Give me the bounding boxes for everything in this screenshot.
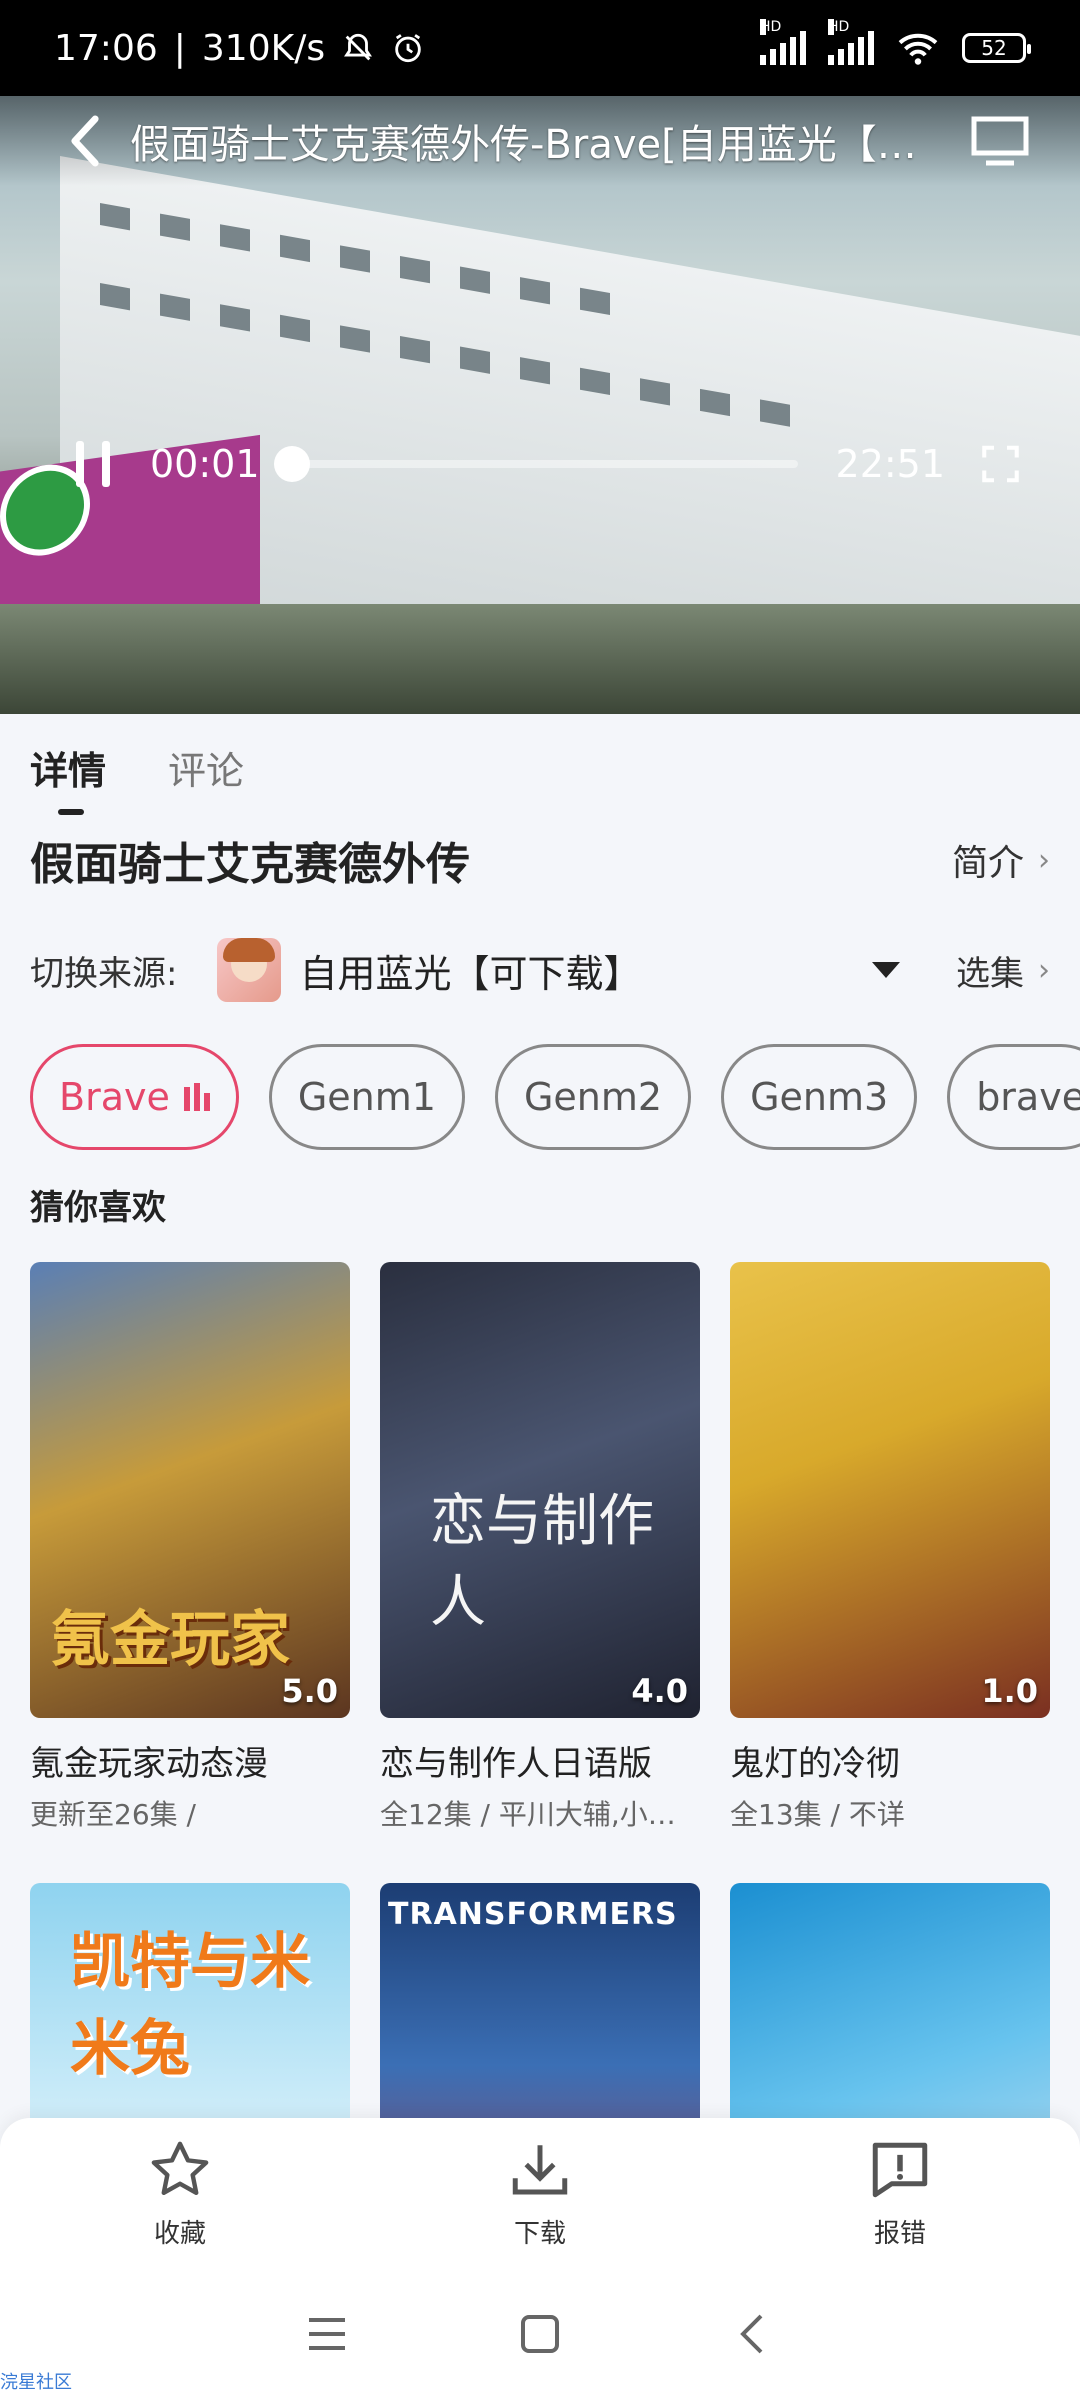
signal-icon: HD [760, 19, 806, 65]
episode-chip[interactable]: Genm1 [268, 1044, 465, 1150]
star-icon [151, 2141, 209, 2195]
episode-label: Brave [59, 1075, 170, 1119]
episode-chip[interactable]: brave [947, 1044, 1080, 1150]
back-nav-icon[interactable] [729, 2310, 777, 2358]
battery-level: 52 [981, 36, 1007, 60]
status-right: HD HD 52 [760, 19, 1031, 66]
video-top-bar: 假面骑士艾克赛德外传-Brave[自用蓝光【可下载】] [0, 96, 1080, 186]
tv-cast-icon[interactable] [970, 115, 1030, 167]
battery-icon: 52 [962, 33, 1031, 63]
report-button[interactable]: 报错 [800, 2137, 1000, 2250]
intro-button[interactable]: 简介 › [952, 834, 1050, 886]
card-title: 氪金玩家动态漫 [30, 1744, 268, 1784]
card-meta: 更新至26集 / [30, 1798, 196, 1831]
bottom-action-bar: 收藏 下载 报错 [0, 2118, 1080, 2268]
pause-icon[interactable] [76, 441, 110, 487]
source-label: 切换来源: [30, 953, 178, 994]
source-avatar[interactable] [217, 938, 282, 1002]
video-frame-ground [0, 604, 1080, 714]
poster-image[interactable]: 恋与制作人 4.0 [380, 1262, 700, 1718]
favorite-button[interactable]: 收藏 [80, 2137, 280, 2250]
card-title: 鬼灯的冷彻 [730, 1744, 900, 1784]
poster-title-art: 凯特与米米兔 [70, 1927, 310, 2084]
rating-badge: 4.0 [631, 1672, 688, 1710]
menu-icon[interactable] [303, 2310, 351, 2358]
dropdown-triangle-icon[interactable] [872, 962, 900, 978]
favorite-label: 收藏 [153, 2218, 206, 2249]
total-time: 22:51 [835, 442, 946, 486]
status-divider: | [173, 27, 186, 69]
tab-comments[interactable]: 评论 [168, 734, 244, 795]
episode-chip[interactable]: Brave [30, 1044, 239, 1150]
seek-bar[interactable] [273, 446, 798, 482]
playing-bars-icon [183, 1083, 210, 1111]
episode-list: Brave Genm1 Genm2 Genm3 brave [30, 1044, 1080, 1154]
episode-label: Genm2 [523, 1075, 663, 1119]
network-speed: 310K/s [201, 27, 326, 69]
episode-chip[interactable]: Genm2 [494, 1044, 692, 1150]
source-row: 切换来源: 自用蓝光【可下载】 选集 › [30, 930, 1050, 1010]
poster-title-art: 氪金玩家 [50, 1605, 290, 1675]
rating-badge: 5.0 [281, 1672, 338, 1710]
chevron-right-icon: › [1038, 842, 1050, 878]
poster-title-art: TRANSFORMERS [388, 1897, 678, 1932]
video-title: 假面骑士艾克赛德外传-Brave[自用蓝光【可下载】] [130, 122, 930, 168]
card-meta: 全13集 / 不详 [730, 1798, 905, 1831]
recommend-card[interactable]: 氪金玩家 5.0 氪金玩家动态漫 更新至26集 / [30, 1262, 350, 1833]
video-player[interactable]: 假面骑士艾克赛德外传-Brave[自用蓝光【可下载】] 00:01 22:51 [0, 96, 1080, 714]
poster-title-art: 恋与制作人 [430, 1489, 654, 1635]
select-episode-button[interactable]: 选集 › [956, 946, 1050, 995]
recommend-section-title: 猜你喜欢 [30, 1188, 166, 1228]
episode-chip[interactable]: Genm3 [721, 1044, 918, 1150]
episode-label: Genm3 [750, 1075, 889, 1119]
system-nav-bar [0, 2268, 1080, 2400]
source-name[interactable]: 自用蓝光【可下载】 [299, 943, 641, 998]
show-title: 假面骑士艾克赛德外传 [30, 839, 470, 890]
seek-knob[interactable] [273, 446, 310, 482]
chevron-right-icon: › [1038, 952, 1050, 988]
wifi-icon [898, 33, 938, 65]
card-title: 恋与制作人日语版 [380, 1744, 652, 1784]
download-label: 下载 [513, 2218, 566, 2249]
report-icon [872, 2142, 928, 2197]
intro-label: 简介 [951, 843, 1024, 884]
status-time: 17:06 [54, 27, 158, 69]
select-episode-label: 选集 [956, 953, 1024, 994]
back-icon[interactable] [60, 111, 110, 171]
video-controls: 00:01 22:51 [0, 414, 1080, 514]
poster-image[interactable]: 氪金玩家 5.0 [30, 1262, 350, 1718]
episode-label: brave [976, 1075, 1080, 1119]
poster-image[interactable]: 1.0 [730, 1262, 1050, 1718]
episode-label: Genm1 [297, 1075, 436, 1119]
download-button[interactable]: 下载 [440, 2137, 640, 2250]
download-icon [512, 2144, 568, 2194]
home-icon[interactable] [516, 2310, 564, 2358]
detail-tabs: 详情 评论 [0, 714, 1080, 815]
report-label: 报错 [873, 2218, 926, 2249]
rating-badge: 1.0 [981, 1672, 1038, 1710]
recommend-card[interactable]: 1.0 鬼灯的冷彻 全13集 / 不详 [730, 1262, 1050, 1833]
status-bar: 17:06 | 310K/s HD HD 52 [0, 0, 1080, 96]
current-time: 00:01 [150, 442, 260, 486]
signal-icon: HD [828, 19, 874, 65]
tab-details[interactable]: 详情 [30, 734, 106, 815]
watermark: 浣星社区 [0, 2372, 72, 2393]
show-title-row: 假面骑士艾克赛德外传 简介 › [30, 820, 1050, 900]
alarm-icon [395, 34, 421, 63]
recommend-card[interactable]: 恋与制作人 4.0 恋与制作人日语版 全12集 / 平川大辅,小野友树,立花慎之… [380, 1262, 700, 1833]
card-meta: 全12集 / 平川大辅,小野友树,立花慎之介 [380, 1798, 700, 1831]
mute-bell-icon [344, 33, 373, 61]
status-left: 17:06 | 310K/s [54, 28, 425, 69]
fullscreen-icon[interactable] [981, 442, 1020, 486]
